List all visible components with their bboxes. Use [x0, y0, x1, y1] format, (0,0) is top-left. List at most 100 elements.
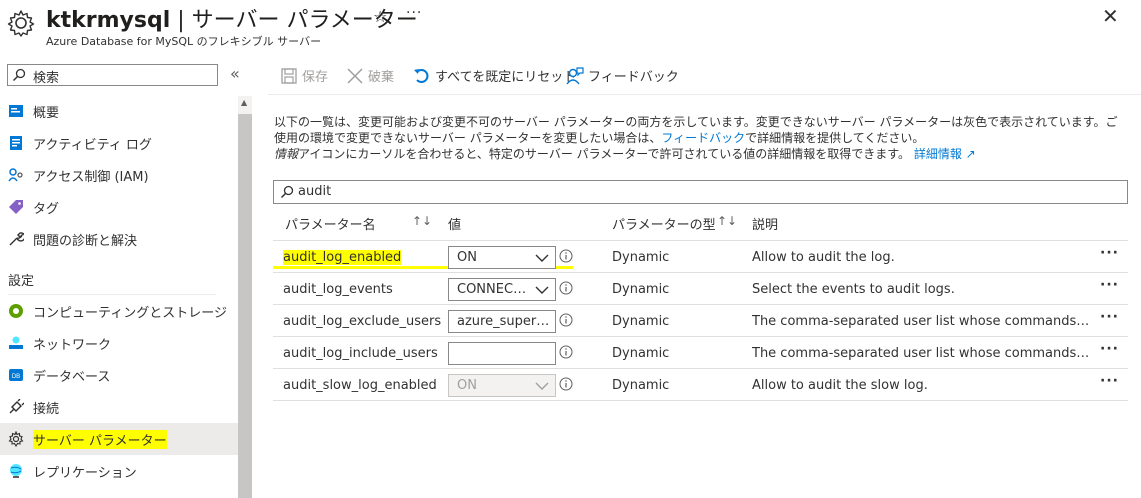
value-text-input[interactable]	[448, 342, 556, 365]
description-part: で詳細情報を提供してください。	[745, 131, 925, 145]
database-icon: DB	[9, 369, 23, 381]
selected-value: ON	[457, 378, 477, 393]
column-header-type[interactable]: パラメーターの型	[612, 214, 716, 233]
info-icon[interactable]	[559, 249, 573, 263]
sidebar-item-network[interactable]: ネットワーク	[0, 327, 238, 359]
param-description: The comma-separated user list whose comm…	[752, 346, 1092, 361]
learn-more-text: 詳細情報	[913, 147, 962, 161]
more-options-icon[interactable]: ···	[1100, 277, 1119, 293]
blade-header: ktkrmysql | サーバー パラメーター Azure Database f…	[0, 0, 1141, 56]
info-icon[interactable]	[559, 377, 573, 391]
collapse-sidebar-icon[interactable]: «	[230, 64, 240, 83]
sidebar-item-connect[interactable]: 接続	[0, 391, 238, 423]
value-select[interactable]: CONNECTION	[448, 278, 556, 301]
param-name: audit_log_include_users	[283, 346, 438, 361]
value-select[interactable]: ON	[448, 246, 556, 269]
param-name: audit_log_exclude_users	[283, 314, 442, 329]
sidebar-item-label: コンピューティングとストレージ	[33, 306, 227, 321]
wrench-icon	[9, 232, 24, 246]
param-type: Dynamic	[612, 250, 670, 265]
parameter-search-input[interactable]: audit	[273, 180, 1128, 204]
learn-more-link[interactable]: 詳細情報 ↗	[914, 147, 976, 161]
info-icon[interactable]	[559, 345, 573, 359]
column-header-value: 値	[448, 218, 462, 233]
param-type: Dynamic	[612, 378, 670, 393]
info-icon[interactable]	[559, 313, 573, 327]
page-subtitle: Azure Database for MySQL のフレキシブル サーバー	[46, 35, 322, 48]
param-description: Allow to audit the slow log.	[752, 378, 928, 393]
param-description: Select the events to audit logs.	[752, 282, 955, 297]
sidebar-item-label: タグ	[33, 202, 60, 217]
table-row: audit_log_enabled ON Dynamic Allow to au…	[273, 241, 1128, 273]
sidebar-item-label: 問題の診断と解決	[33, 234, 138, 249]
scroll-thumb[interactable]	[238, 114, 252, 498]
network-icon	[9, 336, 23, 349]
more-options-icon[interactable]: ···	[1100, 373, 1119, 389]
sidebar-item-replication[interactable]: レプリケーション	[0, 455, 238, 487]
scroll-up-icon[interactable]: ▲	[241, 98, 247, 107]
sidebar-item-label: ネットワーク	[33, 338, 112, 353]
chevron-down-icon	[535, 382, 549, 390]
sidebar-item-label: データベース	[33, 370, 111, 385]
param-type: Dynamic	[612, 282, 670, 297]
description-text: 以下の一覧は、変更可能および変更不可のサーバー パラメーターの両方を示しています…	[274, 114, 1124, 162]
plug-icon	[9, 399, 24, 414]
selected-value: CONNECTION	[457, 282, 529, 297]
sidebar-item-label: アクティビティ ログ	[33, 138, 152, 153]
resource-name: ktkrmysql	[46, 8, 171, 33]
sidebar-search-placeholder: 検索	[33, 71, 60, 86]
save-button[interactable]: 保存	[280, 66, 328, 86]
feedback-button[interactable]: フィードバック	[566, 66, 679, 86]
search-icon	[12, 68, 26, 82]
page-title: ktkrmysql | サーバー パラメーター	[46, 2, 418, 34]
info-icon[interactable]	[559, 281, 573, 295]
compute-icon	[9, 304, 23, 318]
sidebar-item-iam[interactable]: アクセス制御 (IAM)	[0, 159, 238, 191]
external-link-icon: ↗	[965, 147, 976, 161]
sidebar-scrollbar[interactable]: ▲	[238, 96, 252, 498]
reset-icon	[414, 68, 429, 83]
sidebar-item-databases[interactable]: DB データベース	[0, 359, 238, 391]
table-row: audit_slow_log_enabled ON Dynamic Allow …	[273, 369, 1128, 401]
sidebar-item-label: 概要	[33, 106, 60, 121]
sort-icon[interactable]: ↑↓	[412, 214, 432, 228]
sidebar-search-input[interactable]: 検索	[7, 64, 218, 86]
value-text-input[interactable]: azure_superuser	[448, 310, 556, 333]
feedback-label: フィードバック	[588, 70, 679, 85]
column-header-name[interactable]: パラメーター名	[285, 214, 376, 233]
sidebar-item-tags[interactable]: タグ	[0, 191, 238, 223]
sidebar-item-label: サーバー パラメーター	[33, 430, 167, 449]
iam-icon	[8, 168, 23, 182]
param-type: Dynamic	[612, 346, 670, 361]
sidebar-item-activity-log[interactable]: アクティビティ ログ	[0, 127, 238, 159]
close-icon[interactable]: ✕	[1102, 4, 1119, 28]
param-name: audit_slow_log_enabled	[283, 378, 437, 393]
feedback-link[interactable]: フィードバック	[661, 131, 745, 145]
more-options-icon[interactable]: ···	[1100, 245, 1119, 261]
table-row: audit_log_events CONNECTION Dynamic Sele…	[273, 273, 1128, 305]
favorite-star-icon[interactable]: ☆	[373, 7, 387, 26]
section-title-settings: 設定	[8, 274, 35, 289]
chevron-down-icon	[535, 254, 549, 262]
param-name: audit_log_enabled	[283, 250, 402, 265]
more-options-icon[interactable]: ···	[1100, 341, 1119, 357]
sort-icon[interactable]: ↑↓	[717, 214, 737, 228]
selected-value: ON	[457, 250, 477, 265]
save-icon	[281, 67, 297, 84]
discard-button[interactable]: 破棄	[346, 66, 394, 86]
svg-text:DB: DB	[12, 374, 20, 380]
more-options-icon[interactable]: ···	[1100, 309, 1119, 325]
reset-all-button[interactable]: すべてを既定にリセット	[413, 66, 576, 86]
sidebar-item-compute-storage[interactable]: コンピューティングとストレージ	[0, 295, 238, 327]
search-icon	[280, 185, 294, 199]
sidebar-item-server-parameters[interactable]: サーバー パラメーター	[0, 423, 238, 455]
overview-icon	[9, 105, 23, 117]
sidebar-item-diagnose[interactable]: 問題の診断と解決	[0, 223, 238, 255]
table-row: audit_log_include_users Dynamic The comm…	[273, 337, 1128, 369]
gear-icon	[8, 431, 24, 447]
sidebar-item-overview[interactable]: 概要	[0, 95, 238, 127]
param-name: audit_log_events	[283, 282, 393, 297]
value-select-disabled: ON	[448, 374, 556, 397]
discard-label: 破棄	[368, 70, 395, 85]
more-options-icon[interactable]: ···	[406, 5, 422, 21]
